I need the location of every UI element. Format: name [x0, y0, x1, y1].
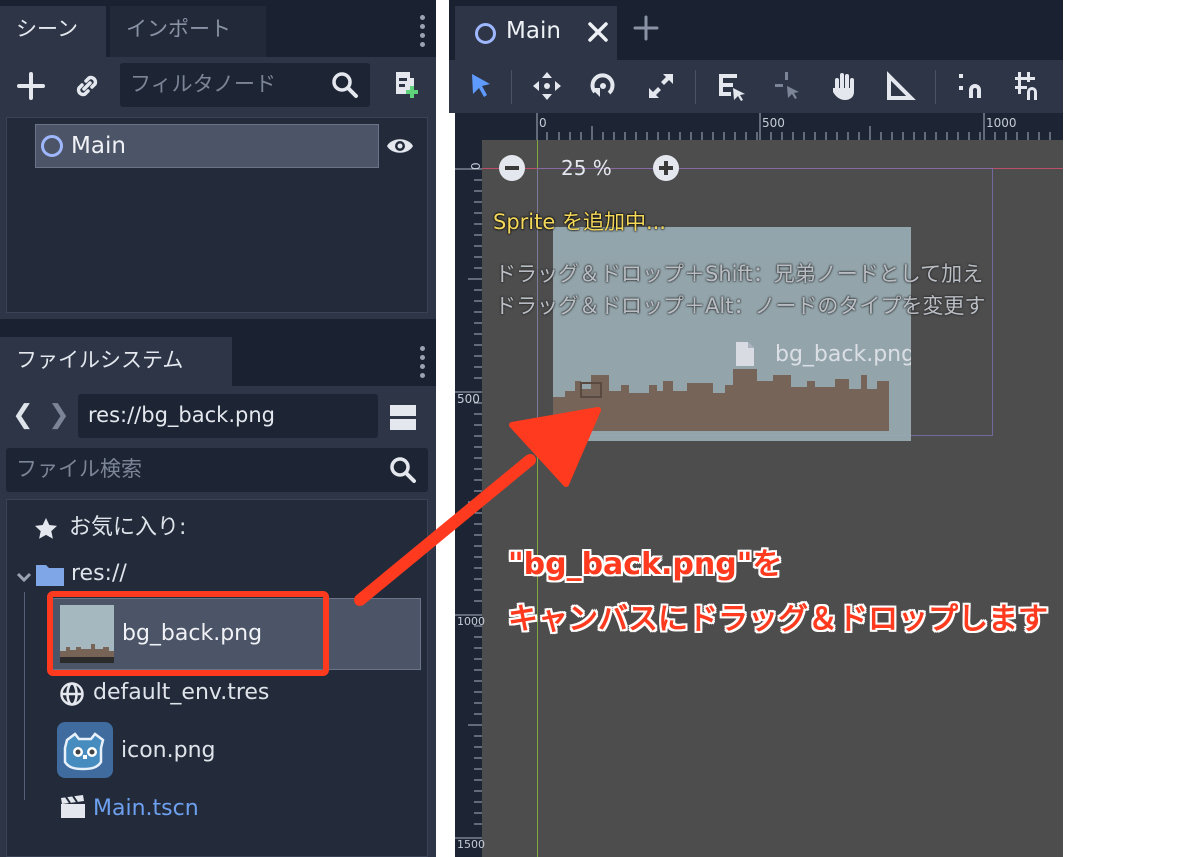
annotation-line-1: "bg_back.png"を [508, 547, 783, 582]
annotation-line-2: キャンバスにドラッグ＆ドロップします [508, 602, 1048, 637]
drag-arrow [354, 407, 601, 606]
